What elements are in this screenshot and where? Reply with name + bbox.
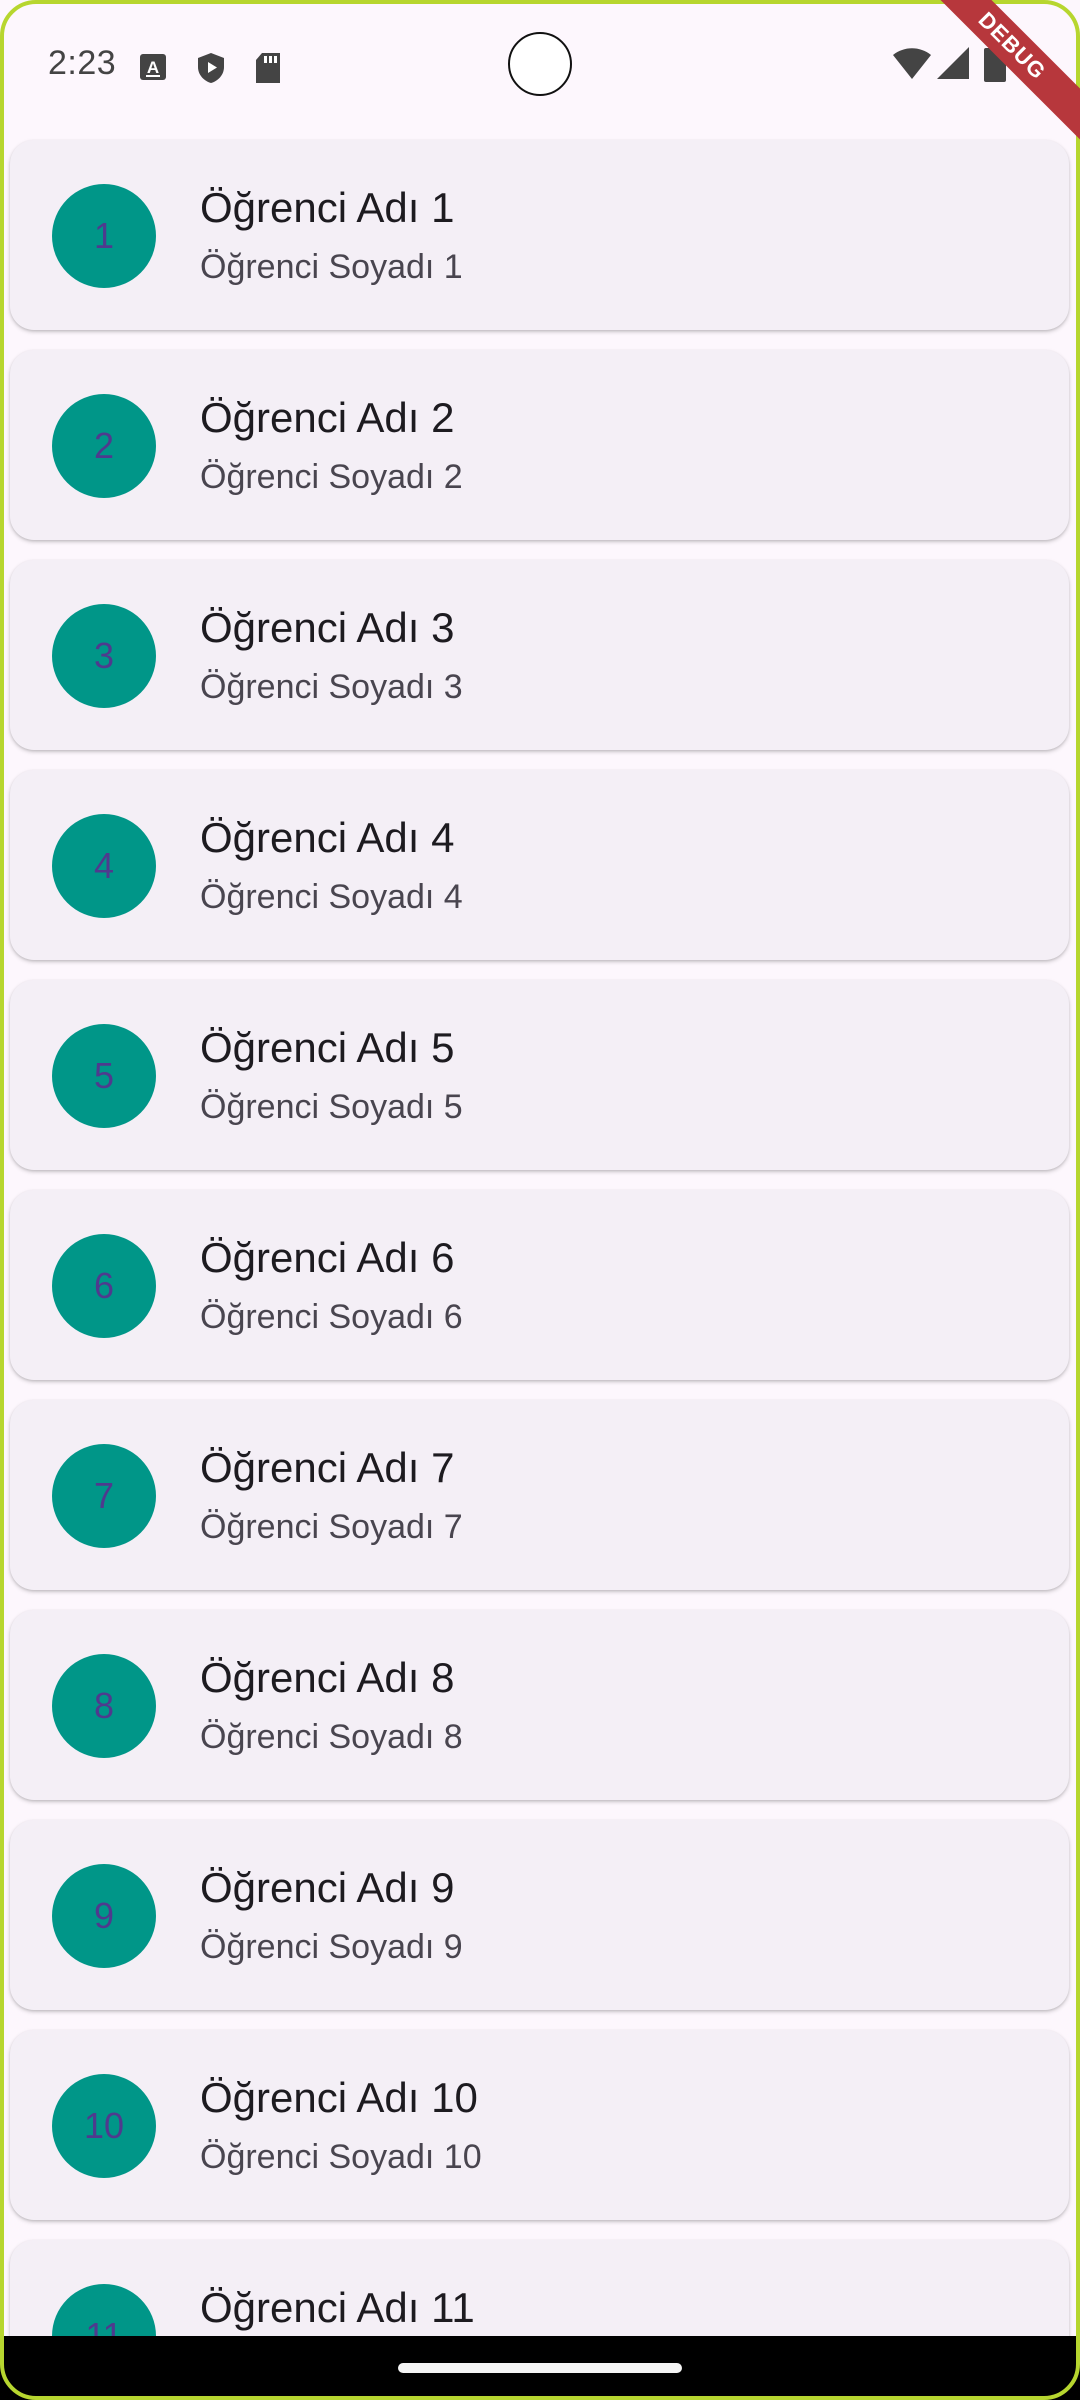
cellular-signal-icon — [936, 46, 970, 85]
student-surname: Öğrenci Soyadı 6 — [200, 1298, 463, 1336]
shield-icon — [196, 52, 226, 83]
student-surname: Öğrenci Soyadı 9 — [200, 1928, 463, 1966]
student-name: Öğrenci Adı 3 — [200, 604, 455, 651]
navigation-bar — [0, 2336, 1080, 2400]
student-number-avatar: 11 — [52, 2284, 156, 2336]
student-name: Öğrenci Adı 10 — [200, 2074, 478, 2121]
student-card[interactable]: 6 Öğrenci Adı 6 Öğrenci Soyadı 6 — [10, 1190, 1069, 1380]
student-card[interactable]: 11 Öğrenci Adı 11 — [10, 2240, 1069, 2336]
student-number-avatar: 4 — [52, 814, 156, 918]
student-name: Öğrenci Adı 2 — [200, 394, 455, 441]
student-name: Öğrenci Adı 11 — [200, 2284, 475, 2331]
student-card[interactable]: 8 Öğrenci Adı 8 Öğrenci Soyadı 8 — [10, 1610, 1069, 1800]
student-name: Öğrenci Adı 1 — [200, 184, 455, 231]
wifi-icon — [892, 46, 932, 85]
home-indicator[interactable] — [398, 2363, 682, 2373]
student-name: Öğrenci Adı 8 — [200, 1654, 455, 1701]
student-number-avatar: 6 — [52, 1234, 156, 1338]
student-name: Öğrenci Adı 4 — [200, 814, 455, 861]
svg-text:A: A — [147, 58, 159, 77]
student-name: Öğrenci Adı 7 — [200, 1444, 455, 1491]
sd-card-icon — [254, 52, 284, 83]
student-surname: Öğrenci Soyadı 10 — [200, 2138, 482, 2176]
student-card[interactable]: 1 Öğrenci Adı 1 Öğrenci Soyadı 1 — [10, 140, 1069, 330]
student-number-avatar: 3 — [52, 604, 156, 708]
student-surname: Öğrenci Soyadı 2 — [200, 458, 463, 496]
student-surname: Öğrenci Soyadı 7 — [200, 1508, 463, 1546]
student-number-avatar: 5 — [52, 1024, 156, 1128]
student-number-avatar: 9 — [52, 1864, 156, 1968]
student-name: Öğrenci Adı 5 — [200, 1024, 455, 1071]
student-card[interactable]: 9 Öğrenci Adı 9 Öğrenci Soyadı 9 — [10, 1820, 1069, 2010]
student-surname: Öğrenci Soyadı 8 — [200, 1718, 463, 1756]
student-surname: Öğrenci Soyadı 1 — [200, 248, 463, 286]
student-card[interactable]: 7 Öğrenci Adı 7 Öğrenci Soyadı 7 — [10, 1400, 1069, 1590]
student-card[interactable]: 2 Öğrenci Adı 2 Öğrenci Soyadı 2 — [10, 350, 1069, 540]
status-time: 2:23 — [48, 44, 117, 82]
student-card[interactable]: 5 Öğrenci Adı 5 Öğrenci Soyadı 5 — [10, 980, 1069, 1170]
student-name: Öğrenci Adı 6 — [200, 1234, 455, 1281]
student-card[interactable]: 10 Öğrenci Adı 10 Öğrenci Soyadı 10 — [10, 2030, 1069, 2220]
student-name: Öğrenci Adı 9 — [200, 1864, 455, 1911]
app-screen: 1 Öğrenci Adı 1 Öğrenci Soyadı 1 2 Öğrenci A… — [0, 0, 1080, 2400]
font-download-icon: A — [138, 52, 168, 82]
student-surname: Öğrenci Soyadı 5 — [200, 1088, 463, 1126]
student-card[interactable]: 4 Öğrenci Adı 4 Öğrenci Soyadı 4 — [10, 770, 1069, 960]
student-number-avatar: 7 — [52, 1444, 156, 1548]
student-list[interactable]: 1 Öğrenci Adı 1 Öğrenci Soyadı 1 2 Öğrenci A… — [0, 0, 1080, 2336]
student-number-avatar: 8 — [52, 1654, 156, 1758]
student-surname: Öğrenci Soyadı 3 — [200, 668, 463, 706]
student-card[interactable]: 3 Öğrenci Adı 3 Öğrenci Soyadı 3 — [10, 560, 1069, 750]
student-surname: Öğrenci Soyadı 4 — [200, 878, 463, 916]
front-camera — [508, 32, 572, 96]
student-number-avatar: 2 — [52, 394, 156, 498]
student-number-avatar: 10 — [52, 2074, 156, 2178]
status-bar: 2:23 A — [0, 0, 1080, 135]
student-number-avatar: 1 — [52, 184, 156, 288]
